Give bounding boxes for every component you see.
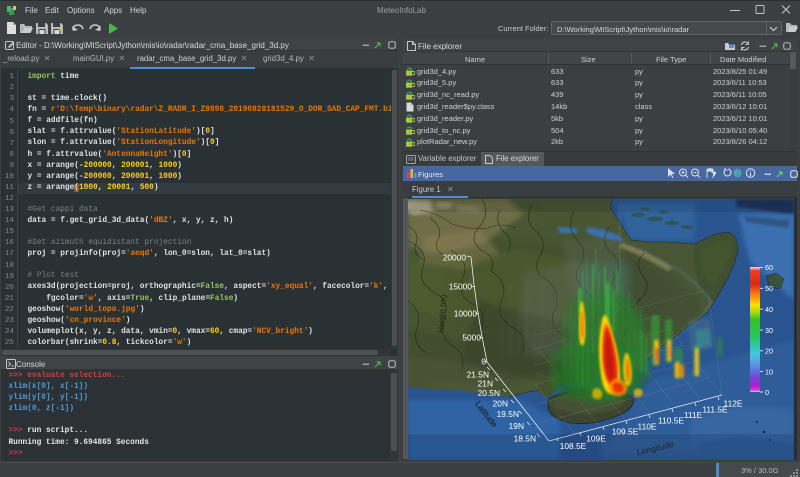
svg-text:20000: 20000: [443, 253, 467, 263]
svg-text:110E: 110E: [638, 422, 657, 432]
svg-text:111E: 111E: [684, 410, 703, 420]
svg-text:15000: 15000: [449, 282, 473, 292]
svg-text:110.5E: 110.5E: [658, 416, 684, 426]
svg-text:10: 10: [765, 367, 773, 376]
svg-text:109E: 109E: [586, 434, 606, 444]
svg-text:30: 30: [765, 326, 773, 335]
svg-text:0: 0: [481, 357, 486, 367]
svg-text:20N: 20N: [493, 399, 508, 409]
svg-text:20: 20: [765, 347, 773, 356]
svg-text:20.5N: 20.5N: [478, 388, 500, 398]
svg-text:18.5N: 18.5N: [514, 434, 536, 444]
svg-text:5000: 5000: [462, 333, 481, 343]
svg-text:19.5N: 19.5N: [497, 409, 519, 419]
svg-text:0: 0: [765, 388, 769, 397]
svg-text:50: 50: [765, 284, 773, 293]
svg-text:21N: 21N: [478, 379, 493, 389]
svg-text:10000: 10000: [454, 309, 478, 319]
svg-text:60: 60: [765, 263, 773, 272]
svg-text:19N: 19N: [509, 421, 524, 431]
svg-text:108.5E: 108.5E: [560, 441, 587, 451]
svg-text:112E: 112E: [724, 399, 743, 409]
svg-text:109.5E: 109.5E: [612, 427, 639, 437]
svg-text:40: 40: [765, 305, 773, 314]
